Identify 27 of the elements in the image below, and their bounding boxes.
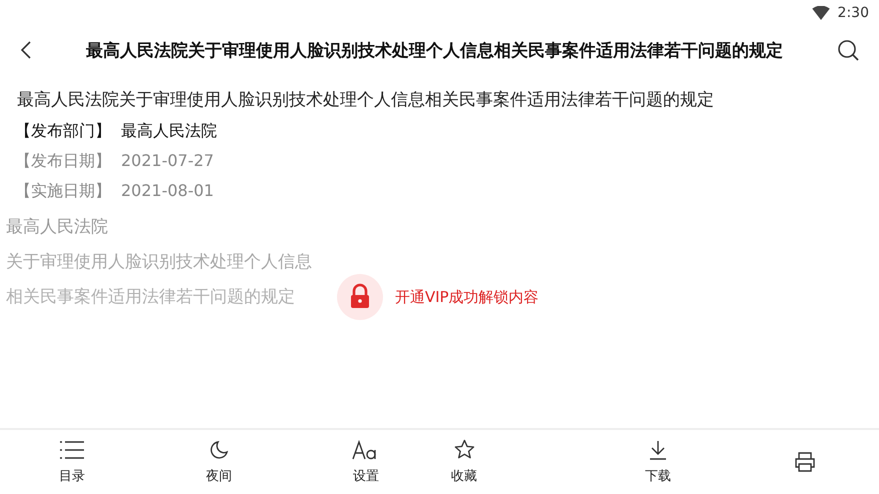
meta-label: 【实施日期】 — [15, 180, 111, 202]
meta-label: 【发布日期】 — [15, 150, 111, 172]
unlock-notice[interactable]: 开通VIP成功解锁内容 — [395, 288, 539, 306]
meta-label: 【发布部门】 — [15, 120, 111, 142]
document-title: 最高人民法院关于审理使用人脸识别技术处理个人信息相关民事案件适用法律若干问题的规定 — [16, 89, 715, 112]
toolbar-button[interactable]: 收藏 — [424, 430, 504, 494]
meta-value: 2021-07-27 — [121, 150, 214, 172]
meta-value: 最高人民法院 — [121, 120, 217, 142]
toolbar-button[interactable]: 夜间 — [179, 430, 259, 494]
search-icon[interactable] — [837, 39, 859, 61]
status-time: 2:30 — [838, 5, 869, 21]
body-text: 相关民事案件适用法律若干问题的规定 — [6, 286, 295, 309]
back-icon[interactable] — [20, 40, 32, 60]
lock-icon — [337, 274, 383, 320]
list-icon — [60, 440, 84, 460]
toolbar-button[interactable]: 目录 — [32, 430, 112, 494]
toolbar-button[interactable]: 设置 — [326, 430, 406, 494]
wifi-icon — [812, 6, 830, 20]
printer-icon — [794, 452, 816, 472]
page-title: 最高人民法院关于审理使用人脸识别技术处理个人信息相关民事案件适用法律若干问题的规定 — [85, 40, 784, 62]
meta-value: 2021-08-01 — [121, 180, 214, 202]
download-icon — [648, 440, 668, 460]
moon-icon — [209, 440, 229, 460]
toolbar-button[interactable]: 下载 — [618, 430, 698, 494]
body-text: 最高人民法院 — [6, 216, 108, 239]
body-text: 关于审理使用人脸识别技术处理个人信息 — [6, 251, 312, 274]
star-icon — [454, 439, 474, 460]
